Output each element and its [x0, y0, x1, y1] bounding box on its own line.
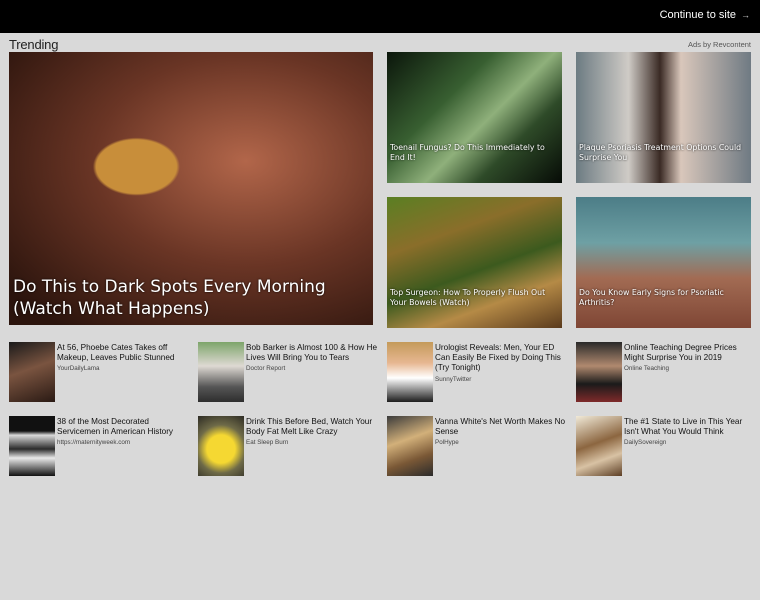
thumbnail-image: [387, 416, 433, 476]
thumbnail-image: [198, 416, 244, 476]
list-item[interactable]: Drink This Before Bed, Watch Your Body F…: [198, 416, 378, 476]
thumbnail-image: [576, 416, 622, 476]
item-source: Doctor Report: [246, 365, 286, 373]
thumbnail-image: [576, 342, 622, 402]
list-item[interactable]: 38 of the Most Decorated Servicemen in A…: [9, 416, 189, 476]
item-title: At 56, Phoebe Cates Takes off Makeup, Le…: [57, 343, 189, 375]
item-title: The #1 State to Live in This Year Isn't …: [624, 417, 756, 449]
featured-tile-flush-bowels[interactable]: Top Surgeon: How To Properly Flush Out Y…: [387, 197, 562, 328]
item-source: Online Teaching: [624, 365, 670, 373]
continue-label: Continue to site: [659, 9, 736, 21]
section-title: Trending: [9, 37, 59, 52]
featured-caption: Do This to Dark Spots Every Morning (Wat…: [13, 277, 326, 319]
item-source: SunnyTwitter: [435, 375, 472, 383]
featured-caption: Toenail Fungus? Do This Immediately to E…: [390, 143, 545, 162]
continue-to-site-button[interactable]: Continue to site →: [660, 9, 750, 21]
list-item[interactable]: Urologist Reveals: Men, Your ED Can Easi…: [387, 342, 567, 402]
item-source: PolHype: [435, 439, 459, 447]
thumbnail-image: [387, 342, 433, 402]
top-bar: Continue to site →: [0, 0, 760, 33]
featured-caption: Plaque Psoriasis Treatment Options Could…: [579, 143, 742, 162]
featured-tile-plaque-psoriasis[interactable]: Plaque Psoriasis Treatment Options Could…: [576, 52, 751, 183]
list-item[interactable]: The #1 State to Live in This Year Isn't …: [576, 416, 756, 476]
featured-tile-toenail-fungus[interactable]: Toenail Fungus? Do This Immediately to E…: [387, 52, 562, 183]
featured-caption: Do You Know Early Signs for Psoriatic Ar…: [579, 288, 724, 307]
list-item[interactable]: Online Teaching Degree Prices Might Surp…: [576, 342, 756, 402]
thumbnail-image: [9, 342, 55, 402]
thumbnail-image: [198, 342, 244, 402]
item-title: Urologist Reveals: Men, Your ED Can Easi…: [435, 343, 567, 385]
item-title: Bob Barker is Almost 100 & How He Lives …: [246, 343, 378, 375]
item-source: DailySovereign: [624, 439, 667, 447]
item-title: Vanna White's Net Worth Makes No Sense P…: [435, 417, 567, 449]
featured-caption: Top Surgeon: How To Properly Flush Out Y…: [390, 288, 546, 307]
item-source: Eat Sleep Burn: [246, 439, 289, 447]
featured-tile-dark-spots[interactable]: Do This to Dark Spots Every Morning (Wat…: [9, 52, 373, 325]
arrow-right-icon: →: [741, 10, 750, 20]
item-source: https://maternityweek.com: [57, 439, 131, 447]
list-item[interactable]: Vanna White's Net Worth Makes No Sense P…: [387, 416, 567, 476]
item-title: 38 of the Most Decorated Servicemen in A…: [57, 417, 189, 449]
item-title: Online Teaching Degree Prices Might Surp…: [624, 343, 756, 375]
featured-tile-psoriatic-arthritis[interactable]: Do You Know Early Signs for Psoriatic Ar…: [576, 197, 751, 328]
item-title: Drink This Before Bed, Watch Your Body F…: [246, 417, 378, 449]
list-item[interactable]: At 56, Phoebe Cates Takes off Makeup, Le…: [9, 342, 189, 402]
widget-header: Trending Ads by Revcontent: [9, 37, 751, 52]
thumbnail-image: [9, 416, 55, 476]
item-source: YourDailyLama: [57, 365, 100, 373]
list-item[interactable]: Bob Barker is Almost 100 & How He Lives …: [198, 342, 378, 402]
ads-by-label[interactable]: Ads by Revcontent: [688, 40, 751, 49]
